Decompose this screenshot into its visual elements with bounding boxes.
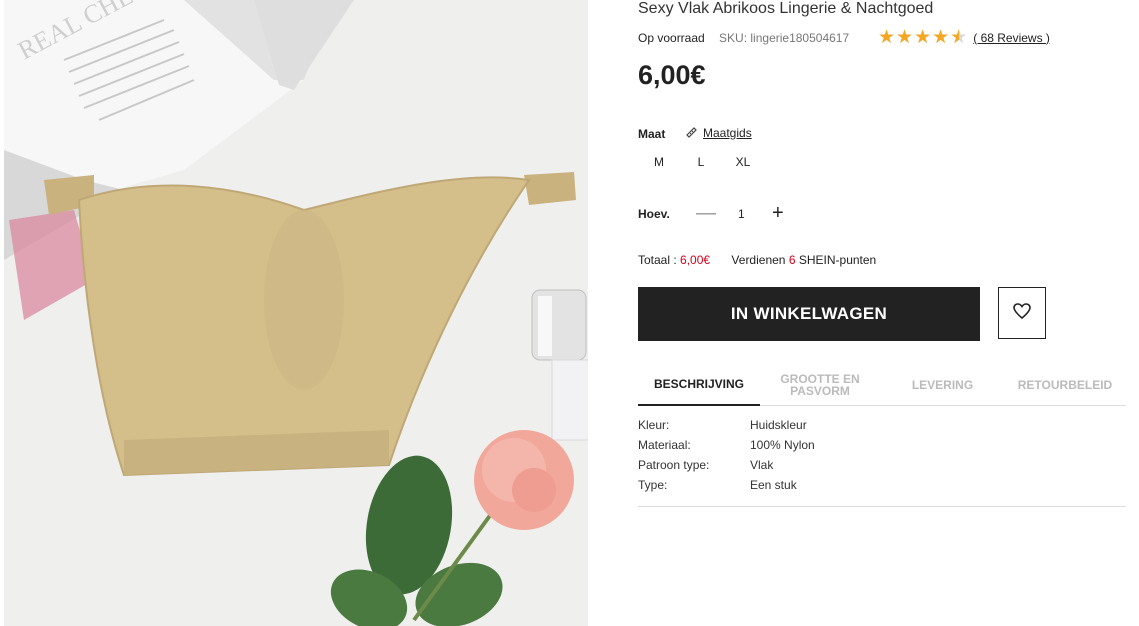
wishlist-button[interactable] bbox=[998, 287, 1046, 339]
description-row: Type: Een stuk bbox=[638, 478, 815, 498]
description-key: Kleur: bbox=[638, 418, 670, 432]
total-value: 6,00€ bbox=[680, 253, 711, 267]
tab-description[interactable]: BESCHRIJVING bbox=[638, 364, 760, 406]
tab-size-fit[interactable]: GROOTTE EN PASVORM bbox=[770, 364, 870, 405]
size-options: M L XL bbox=[638, 155, 764, 169]
quantity-value[interactable]: 1 bbox=[738, 207, 745, 221]
description-row: Patroon type: Vlak bbox=[638, 458, 815, 478]
star-icon: ★ bbox=[878, 27, 896, 48]
quantity-minus-button[interactable]: — bbox=[696, 202, 716, 225]
size-option-l[interactable]: L bbox=[680, 155, 722, 169]
description-row: Materiaal: 100% Nylon bbox=[638, 438, 815, 458]
quantity-label: Hoev. bbox=[638, 207, 670, 221]
star-icon: ★ bbox=[932, 27, 950, 48]
size-guide-label[interactable]: Maatgids bbox=[703, 126, 752, 140]
size-option-xl[interactable]: XL bbox=[722, 155, 764, 169]
product-tabs: BESCHRIJVING GROOTTE EN PASVORM LEVERING… bbox=[638, 364, 1126, 406]
description-row: Kleur: Huidskleur bbox=[638, 418, 815, 438]
quantity-plus-button[interactable]: + bbox=[772, 202, 784, 225]
total-label: Totaal : bbox=[638, 253, 677, 267]
description-key: Type: bbox=[638, 478, 668, 492]
reviews-link[interactable]: ( 68 Reviews ) bbox=[973, 31, 1050, 45]
description-value: 100% Nylon bbox=[750, 438, 815, 452]
stock-status: Op voorraad bbox=[638, 31, 705, 45]
sku: SKU: lingerie180504617 bbox=[719, 31, 850, 45]
star-icon: ★ bbox=[896, 27, 914, 48]
description-key: Materiaal: bbox=[638, 438, 691, 452]
size-option-m[interactable]: M bbox=[638, 155, 680, 169]
product-title: Sexy Vlak Abrikoos Lingerie & Nachtgoed bbox=[638, 0, 934, 17]
star-icon: ★ bbox=[914, 27, 932, 48]
half-star-icon: ★★ bbox=[950, 27, 968, 48]
rating[interactable]: ★ ★ ★ ★ ★★ ( 68 Reviews ) bbox=[878, 28, 1050, 47]
price: 6,00€ bbox=[638, 60, 706, 90]
product-photo-illustration: REAL CHEC bbox=[4, 0, 588, 626]
earn-points-unit: SHEIN-punten bbox=[798, 253, 877, 267]
total-row: Totaal : 6,00€ Verdienen 6 SHEIN-punten bbox=[638, 253, 876, 267]
description-value: Huidskleur bbox=[750, 418, 807, 432]
size-label: Maat bbox=[638, 127, 666, 141]
earn-points-label: Verdienen bbox=[731, 253, 786, 267]
description-value: Vlak bbox=[750, 458, 774, 472]
heart-icon bbox=[1013, 302, 1031, 324]
add-to-cart-button[interactable]: IN WINKELWAGEN bbox=[638, 287, 980, 341]
description-list: Kleur: Huidskleur Materiaal: 100% Nylon … bbox=[638, 418, 815, 498]
description-value: Een stuk bbox=[750, 478, 797, 492]
tab-shipping[interactable]: LEVERING bbox=[890, 364, 995, 405]
divider bbox=[638, 506, 1126, 507]
tab-returns[interactable]: RETOURBELEID bbox=[1010, 364, 1120, 405]
ruler-icon bbox=[685, 125, 698, 141]
product-image[interactable]: REAL CHEC bbox=[4, 0, 588, 626]
size-guide-link[interactable]: Maatgids bbox=[685, 125, 752, 141]
earn-points-value: 6 bbox=[788, 253, 796, 267]
meta-row: Op voorraad SKU: lingerie180504617 bbox=[638, 31, 849, 45]
description-key: Patroon type: bbox=[638, 458, 710, 472]
